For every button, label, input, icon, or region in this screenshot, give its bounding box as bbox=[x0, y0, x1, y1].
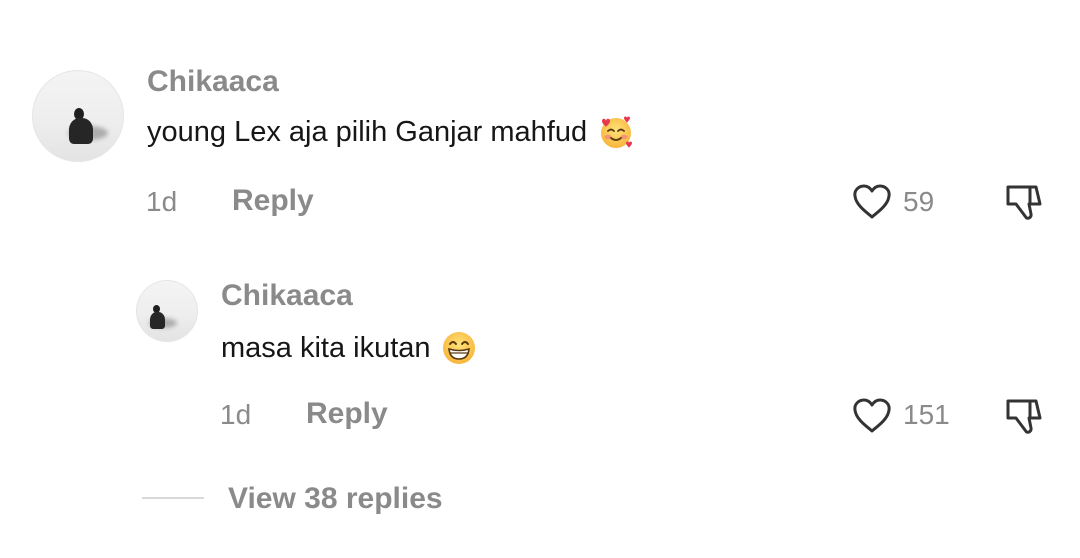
avatar[interactable] bbox=[136, 280, 198, 342]
smiling-face-with-hearts-icon bbox=[597, 113, 635, 151]
dislike-icon[interactable] bbox=[1002, 396, 1046, 438]
dislike-icon[interactable] bbox=[1002, 182, 1046, 224]
reply-text: masa kita ikutan bbox=[221, 328, 477, 368]
comment-username[interactable]: Chikaaca bbox=[147, 64, 279, 100]
heart-icon[interactable] bbox=[851, 396, 893, 436]
comment-timestamp: 1d bbox=[146, 186, 178, 217]
view-replies-button[interactable]: View 38 replies bbox=[228, 481, 443, 517]
reply-body: masa kita ikutan bbox=[221, 332, 431, 364]
reply-button[interactable]: Reply bbox=[232, 183, 314, 219]
comment-text: young Lex aja pilih Ganjar mahfud bbox=[147, 112, 635, 152]
reply-username[interactable]: Chikaaca bbox=[221, 278, 353, 314]
heart-icon[interactable] bbox=[851, 182, 893, 222]
replies-divider bbox=[142, 497, 204, 499]
reply-timestamp: 1d bbox=[220, 399, 252, 430]
reply-button[interactable]: Reply bbox=[306, 396, 388, 432]
comment-body: young Lex aja pilih Ganjar mahfud bbox=[147, 116, 588, 148]
like-count: 59 bbox=[903, 186, 935, 217]
grinning-face-with-smiling-eyes-icon bbox=[441, 330, 477, 366]
avatar[interactable] bbox=[32, 70, 124, 162]
like-count: 151 bbox=[903, 399, 950, 430]
